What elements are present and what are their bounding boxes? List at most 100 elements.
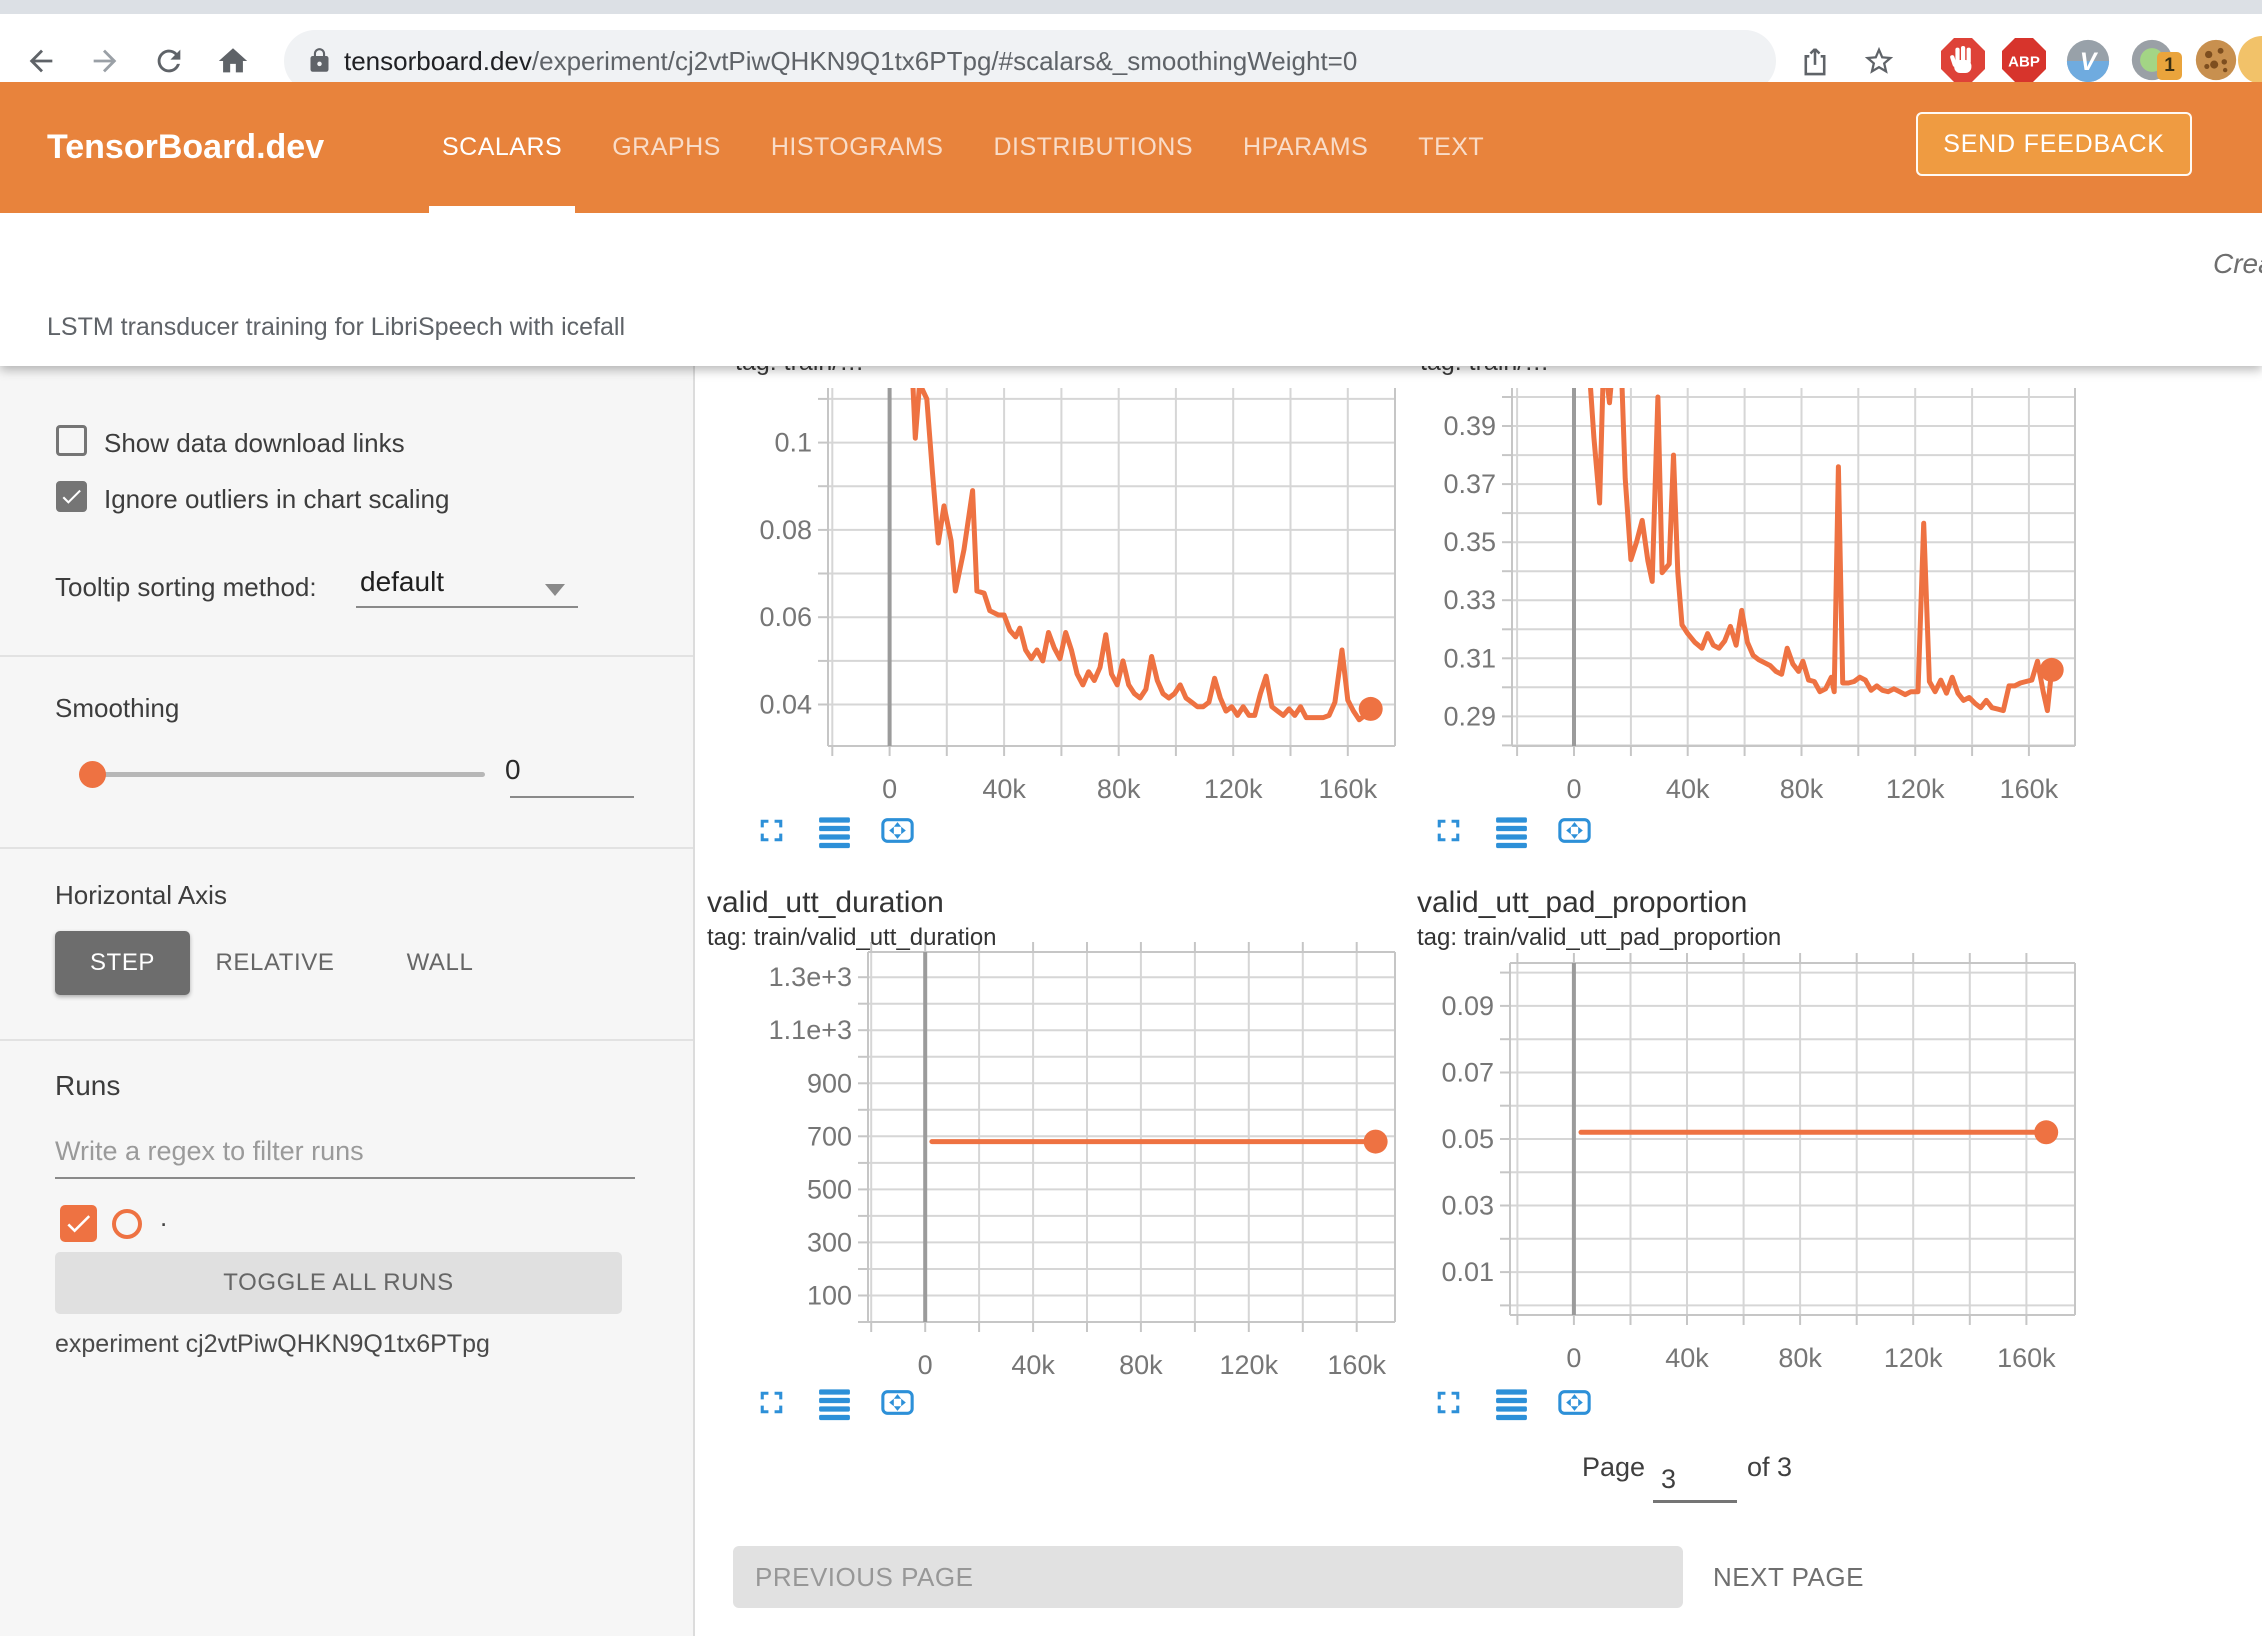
back-icon[interactable] bbox=[24, 44, 58, 78]
tab-histograms[interactable]: HISTOGRAMS bbox=[758, 82, 957, 213]
svg-text:80k: 80k bbox=[1778, 1343, 1822, 1373]
divider bbox=[0, 655, 693, 657]
forward-icon[interactable] bbox=[88, 44, 122, 78]
chart-plot-tr[interactable]: 0.390.370.350.330.310.29040k80k120k160k bbox=[1408, 388, 2092, 806]
send-feedback-button[interactable]: SEND FEEDBACK bbox=[1916, 112, 2192, 176]
svg-text:80k: 80k bbox=[1119, 1350, 1163, 1380]
fullscreen-icon[interactable] bbox=[753, 812, 790, 854]
fit-domain-icon[interactable] bbox=[879, 1384, 916, 1426]
fullscreen-icon[interactable] bbox=[1430, 812, 1467, 854]
tab-scalars[interactable]: SCALARS bbox=[429, 82, 575, 213]
axis-wall-button[interactable]: WALL bbox=[375, 931, 505, 995]
fit-domain-icon[interactable] bbox=[1556, 812, 1593, 854]
svg-text:0.06: 0.06 bbox=[759, 602, 812, 632]
svg-text:120k: 120k bbox=[1886, 774, 1945, 804]
chart-plot-br[interactable]: 0.090.070.050.030.01040k80k120k160k bbox=[1408, 949, 2092, 1382]
creator-text-clipped: Crea bbox=[2213, 248, 2262, 280]
home-icon[interactable] bbox=[216, 44, 250, 78]
svg-text:160k: 160k bbox=[1319, 774, 1378, 804]
extension-v-icon[interactable]: V bbox=[2065, 38, 2113, 86]
chart-br-actions bbox=[1430, 1384, 1593, 1426]
svg-text:100: 100 bbox=[807, 1281, 852, 1311]
fit-domain-icon[interactable] bbox=[879, 812, 916, 854]
divider bbox=[0, 1039, 693, 1041]
svg-text:0.09: 0.09 bbox=[1441, 991, 1494, 1021]
smoothing-slider-track[interactable] bbox=[90, 772, 485, 777]
page-total-label: of 3 bbox=[1747, 1452, 1792, 1483]
app-logo: TensorBoard.dev bbox=[47, 82, 324, 213]
run-checkbox[interactable] bbox=[60, 1205, 97, 1242]
refresh-icon[interactable] bbox=[152, 44, 186, 78]
smoothing-value-input[interactable]: 0 bbox=[505, 754, 545, 786]
run-color-swatch[interactable] bbox=[112, 1209, 142, 1239]
toggle-y-axis-icon[interactable] bbox=[1493, 1384, 1530, 1426]
svg-text:0.05: 0.05 bbox=[1441, 1124, 1494, 1154]
page-number-input[interactable] bbox=[1653, 1460, 1737, 1498]
share-icon[interactable] bbox=[1798, 45, 1832, 79]
bookmark-star-icon[interactable] bbox=[1862, 44, 1896, 78]
svg-text:ABP: ABP bbox=[2008, 53, 2040, 70]
svg-text:300: 300 bbox=[807, 1227, 852, 1257]
fit-domain-icon[interactable] bbox=[1556, 1384, 1593, 1426]
show-download-links-label: Show data download links bbox=[104, 428, 405, 459]
extension-abp-icon[interactable]: ABP bbox=[2000, 36, 2048, 84]
tooltip-sort-label: Tooltip sorting method: bbox=[55, 572, 317, 603]
svg-text:120k: 120k bbox=[1204, 774, 1263, 804]
runs-label: Runs bbox=[55, 1070, 120, 1102]
svg-text:0: 0 bbox=[918, 1350, 933, 1380]
extension-cookie-icon[interactable] bbox=[2194, 38, 2242, 86]
svg-text:700: 700 bbox=[807, 1121, 852, 1151]
svg-text:0.1: 0.1 bbox=[774, 428, 812, 458]
toggle-y-axis-icon[interactable] bbox=[1493, 812, 1530, 854]
tab-distributions[interactable]: DISTRIBUTIONS bbox=[980, 82, 1206, 213]
lock-icon bbox=[306, 47, 333, 74]
fullscreen-icon[interactable] bbox=[1430, 1384, 1467, 1426]
svg-text:0.35: 0.35 bbox=[1443, 527, 1496, 557]
smoothing-label: Smoothing bbox=[55, 693, 179, 724]
axis-step-button[interactable]: STEP bbox=[55, 931, 190, 995]
next-page-button[interactable]: NEXT PAGE bbox=[1713, 1546, 1864, 1608]
settings-sidebar: Show data download links Ignore outliers… bbox=[0, 366, 693, 1636]
toggle-all-runs-button[interactable]: TOGGLE ALL RUNS bbox=[55, 1252, 622, 1314]
runs-filter-input[interactable] bbox=[55, 1128, 633, 1174]
chevron-down-icon[interactable] bbox=[545, 584, 565, 596]
page-input-underline bbox=[1653, 1500, 1737, 1503]
chart-bl-tag: tag: train/valid_utt_duration bbox=[707, 924, 997, 952]
extension-stop-hand-icon[interactable] bbox=[1939, 36, 1987, 84]
chart-br-tag: tag: train/valid_utt_pad_proportion bbox=[1417, 924, 1781, 952]
toggle-y-axis-icon[interactable] bbox=[816, 812, 853, 854]
run-name: . bbox=[160, 1202, 167, 1233]
tooltip-sort-dropdown[interactable]: default bbox=[360, 566, 444, 598]
experiment-info-panel: Crea LSTM transducer training for LibriS… bbox=[0, 213, 2262, 366]
browser-tab-strip bbox=[0, 0, 2262, 14]
fullscreen-icon[interactable] bbox=[753, 1384, 790, 1426]
svg-text:500: 500 bbox=[807, 1174, 852, 1204]
svg-text:80k: 80k bbox=[1097, 774, 1141, 804]
svg-text:V: V bbox=[2080, 48, 2099, 76]
horizontal-axis-label: Horizontal Axis bbox=[55, 880, 227, 911]
svg-text:0.37: 0.37 bbox=[1443, 469, 1496, 499]
chart-bl-actions bbox=[753, 1384, 916, 1426]
toggle-y-axis-icon[interactable] bbox=[816, 1384, 853, 1426]
svg-text:0.33: 0.33 bbox=[1443, 585, 1496, 615]
chart-plot-tl[interactable]: 0.10.080.060.04040k80k120k160k bbox=[690, 388, 1412, 806]
chart-plot-bl[interactable]: 1.3e+31.1e+3900700500300100040k80k120k16… bbox=[690, 938, 1412, 1382]
svg-text:0.01: 0.01 bbox=[1441, 1257, 1494, 1287]
svg-text:900: 900 bbox=[807, 1068, 852, 1098]
smoothing-value-underline bbox=[510, 796, 634, 798]
previous-page-button[interactable]: PREVIOUS PAGE bbox=[733, 1546, 1683, 1608]
divider bbox=[0, 847, 693, 849]
tab-text[interactable]: TEXT bbox=[1405, 82, 1497, 213]
show-download-links-checkbox[interactable] bbox=[56, 425, 87, 456]
ignore-outliers-label: Ignore outliers in chart scaling bbox=[104, 484, 449, 515]
svg-text:120k: 120k bbox=[1884, 1343, 1943, 1373]
svg-text:1.3e+3: 1.3e+3 bbox=[769, 962, 852, 992]
extension-badge-count: 1 bbox=[2157, 52, 2182, 80]
smoothing-slider-knob[interactable] bbox=[79, 761, 106, 788]
svg-text:40k: 40k bbox=[982, 774, 1026, 804]
ignore-outliers-checkbox[interactable] bbox=[56, 481, 87, 512]
tab-hparams[interactable]: HPARAMS bbox=[1230, 82, 1381, 213]
axis-relative-button[interactable]: RELATIVE bbox=[210, 931, 340, 995]
tab-graphs[interactable]: GRAPHS bbox=[599, 82, 734, 213]
svg-text:160k: 160k bbox=[1997, 1343, 2056, 1373]
